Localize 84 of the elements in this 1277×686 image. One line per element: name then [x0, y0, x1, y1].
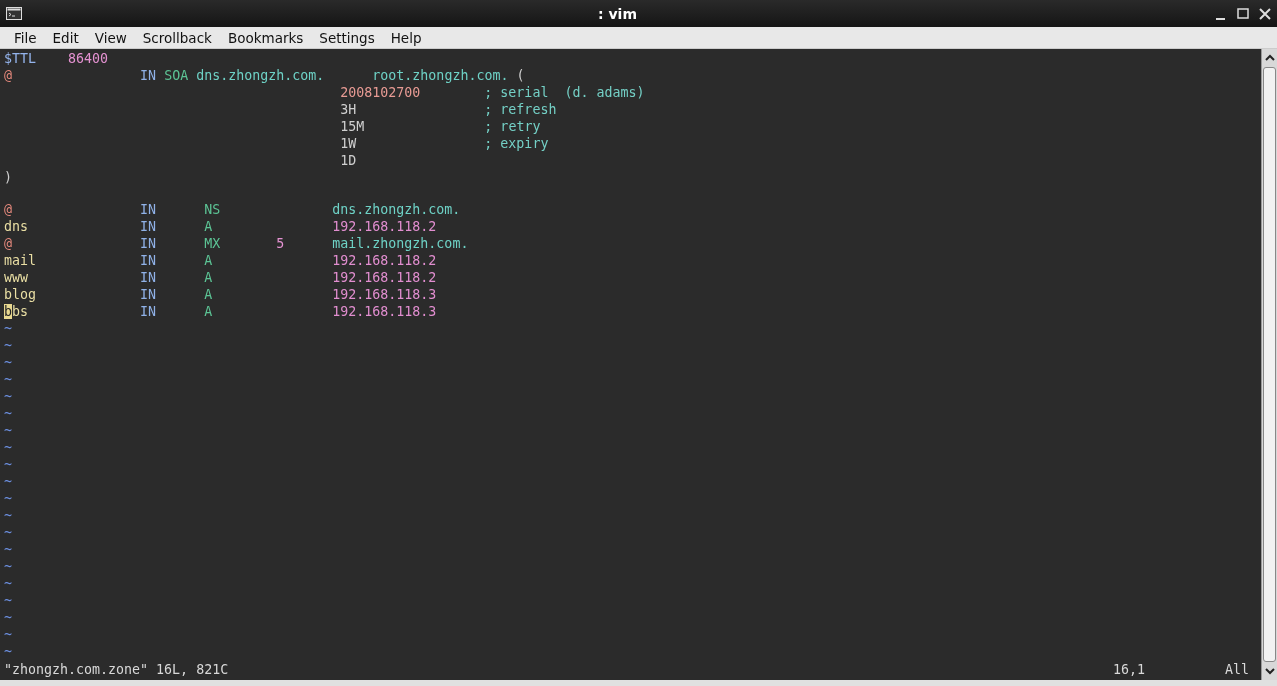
scroll-down-icon[interactable]: [1263, 665, 1276, 677]
class-keyword: IN: [140, 68, 157, 83]
scroll-position: All: [1224, 661, 1249, 679]
code-comment: ; refresh: [484, 102, 557, 117]
empty-line-marker: ~: [4, 338, 12, 353]
empty-line-marker: ~: [4, 423, 12, 438]
ip-address: 192.168.118.2: [332, 270, 437, 285]
serial-number: 2008102700: [340, 85, 421, 100]
ip-address: 192.168.118.3: [332, 304, 437, 319]
host-name: www: [4, 270, 29, 285]
class-keyword: IN: [140, 304, 157, 319]
directive-text: $TTL: [4, 51, 37, 66]
ip-address: 192.168.118.2: [332, 219, 437, 234]
domain-name: dns.zhongzh.com.: [196, 68, 325, 83]
code-text: (: [516, 68, 525, 83]
code-text: 1D: [340, 153, 357, 168]
terminal-icon: [6, 7, 22, 20]
record-type: A: [204, 219, 213, 234]
origin-symbol: @: [4, 236, 12, 251]
record-type: A: [204, 270, 213, 285]
empty-line-marker: ~: [4, 593, 12, 608]
record-type: NS: [204, 202, 221, 217]
code-comment: ; retry: [484, 119, 541, 134]
empty-line-marker: ~: [4, 576, 12, 591]
window-title: : vim: [598, 5, 637, 22]
menu-item[interactable]: Settings: [311, 29, 383, 46]
code-comment: ; serial (d. adams): [484, 85, 645, 100]
empty-line-marker: ~: [4, 508, 12, 523]
record-type: A: [204, 253, 213, 268]
empty-line-marker: ~: [4, 321, 12, 336]
scrollbar-thumb[interactable]: [1263, 67, 1276, 662]
record-type: MX: [204, 236, 221, 251]
code-text: 3H: [340, 102, 357, 117]
code-text: 15M: [340, 119, 365, 134]
class-keyword: IN: [140, 219, 157, 234]
menu-item[interactable]: Bookmarks: [219, 29, 312, 46]
host-name: blog: [4, 287, 37, 302]
empty-line-marker: ~: [4, 542, 12, 557]
empty-line-marker: ~: [4, 474, 12, 489]
host-name: dns: [4, 219, 29, 234]
empty-line-marker: ~: [4, 559, 12, 574]
class-keyword: IN: [140, 270, 157, 285]
empty-line-marker: ~: [4, 644, 12, 659]
empty-line-marker: ~: [4, 355, 12, 370]
record-type: A: [204, 304, 213, 319]
empty-line-marker: ~: [4, 457, 12, 472]
empty-line-marker: ~: [4, 372, 12, 387]
origin-symbol: @: [4, 68, 12, 83]
code-text: ): [4, 170, 12, 185]
domain-name: mail.zhongzh.com.: [332, 236, 469, 251]
class-keyword: IN: [140, 202, 157, 217]
file-info: "zhongzh.com.zone" 16L, 821C: [4, 661, 229, 679]
class-keyword: IN: [140, 253, 157, 268]
code-comment: ; expiry: [484, 136, 549, 151]
number-text: 5: [276, 236, 285, 251]
ip-address: 192.168.118.3: [332, 287, 437, 302]
text-cursor: b: [4, 304, 12, 319]
empty-line-marker: ~: [4, 610, 12, 625]
cursor-position: 16,1: [1112, 661, 1146, 679]
class-keyword: IN: [140, 287, 157, 302]
empty-line-marker: ~: [4, 627, 12, 642]
class-keyword: IN: [140, 236, 157, 251]
record-type: SOA: [164, 68, 189, 83]
menu-item[interactable]: Scrollback: [134, 29, 220, 46]
close-icon[interactable]: [1257, 5, 1273, 22]
empty-line-marker: ~: [4, 440, 12, 455]
host-name: mail: [4, 253, 37, 268]
code-text: 1W: [340, 136, 357, 151]
menu-item[interactable]: File: [6, 29, 45, 46]
empty-line-marker: ~: [4, 389, 12, 404]
empty-line-marker: ~: [4, 491, 12, 506]
number-text: 86400: [68, 51, 109, 66]
menu-item[interactable]: Edit: [44, 29, 87, 46]
domain-name: root.zhongzh.com.: [372, 68, 509, 83]
menu-item[interactable]: Help: [382, 29, 430, 46]
empty-line-marker: ~: [4, 525, 12, 540]
origin-symbol: @: [4, 202, 12, 217]
domain-name: dns.zhongzh.com.: [332, 202, 461, 217]
host-name: bbs: [4, 304, 29, 319]
record-type: A: [204, 287, 213, 302]
empty-line-marker: ~: [4, 406, 12, 421]
menu-item[interactable]: View: [86, 29, 135, 46]
maximize-icon[interactable]: [1235, 5, 1251, 22]
ip-address: 192.168.118.2: [332, 253, 437, 268]
